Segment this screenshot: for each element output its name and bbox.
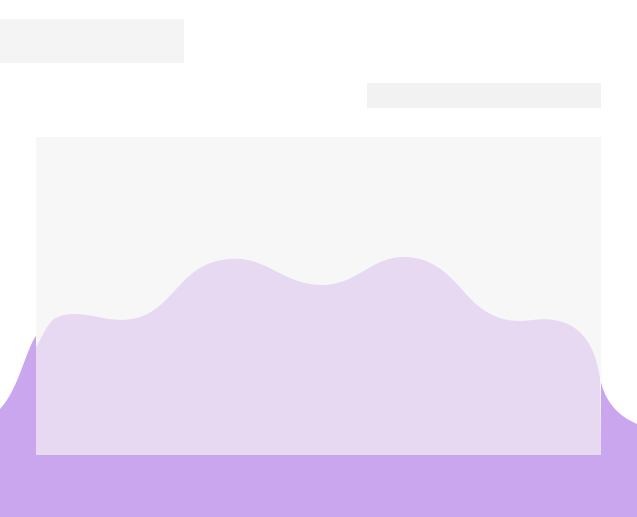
title-placeholder-text <box>0 19 1 20</box>
title-placeholder <box>0 19 184 63</box>
panel-wave-icon <box>36 256 601 455</box>
subtitle-placeholder-text <box>367 83 368 84</box>
subtitle-placeholder <box>367 83 601 108</box>
page-root <box>0 0 637 517</box>
content-panel <box>36 137 601 455</box>
